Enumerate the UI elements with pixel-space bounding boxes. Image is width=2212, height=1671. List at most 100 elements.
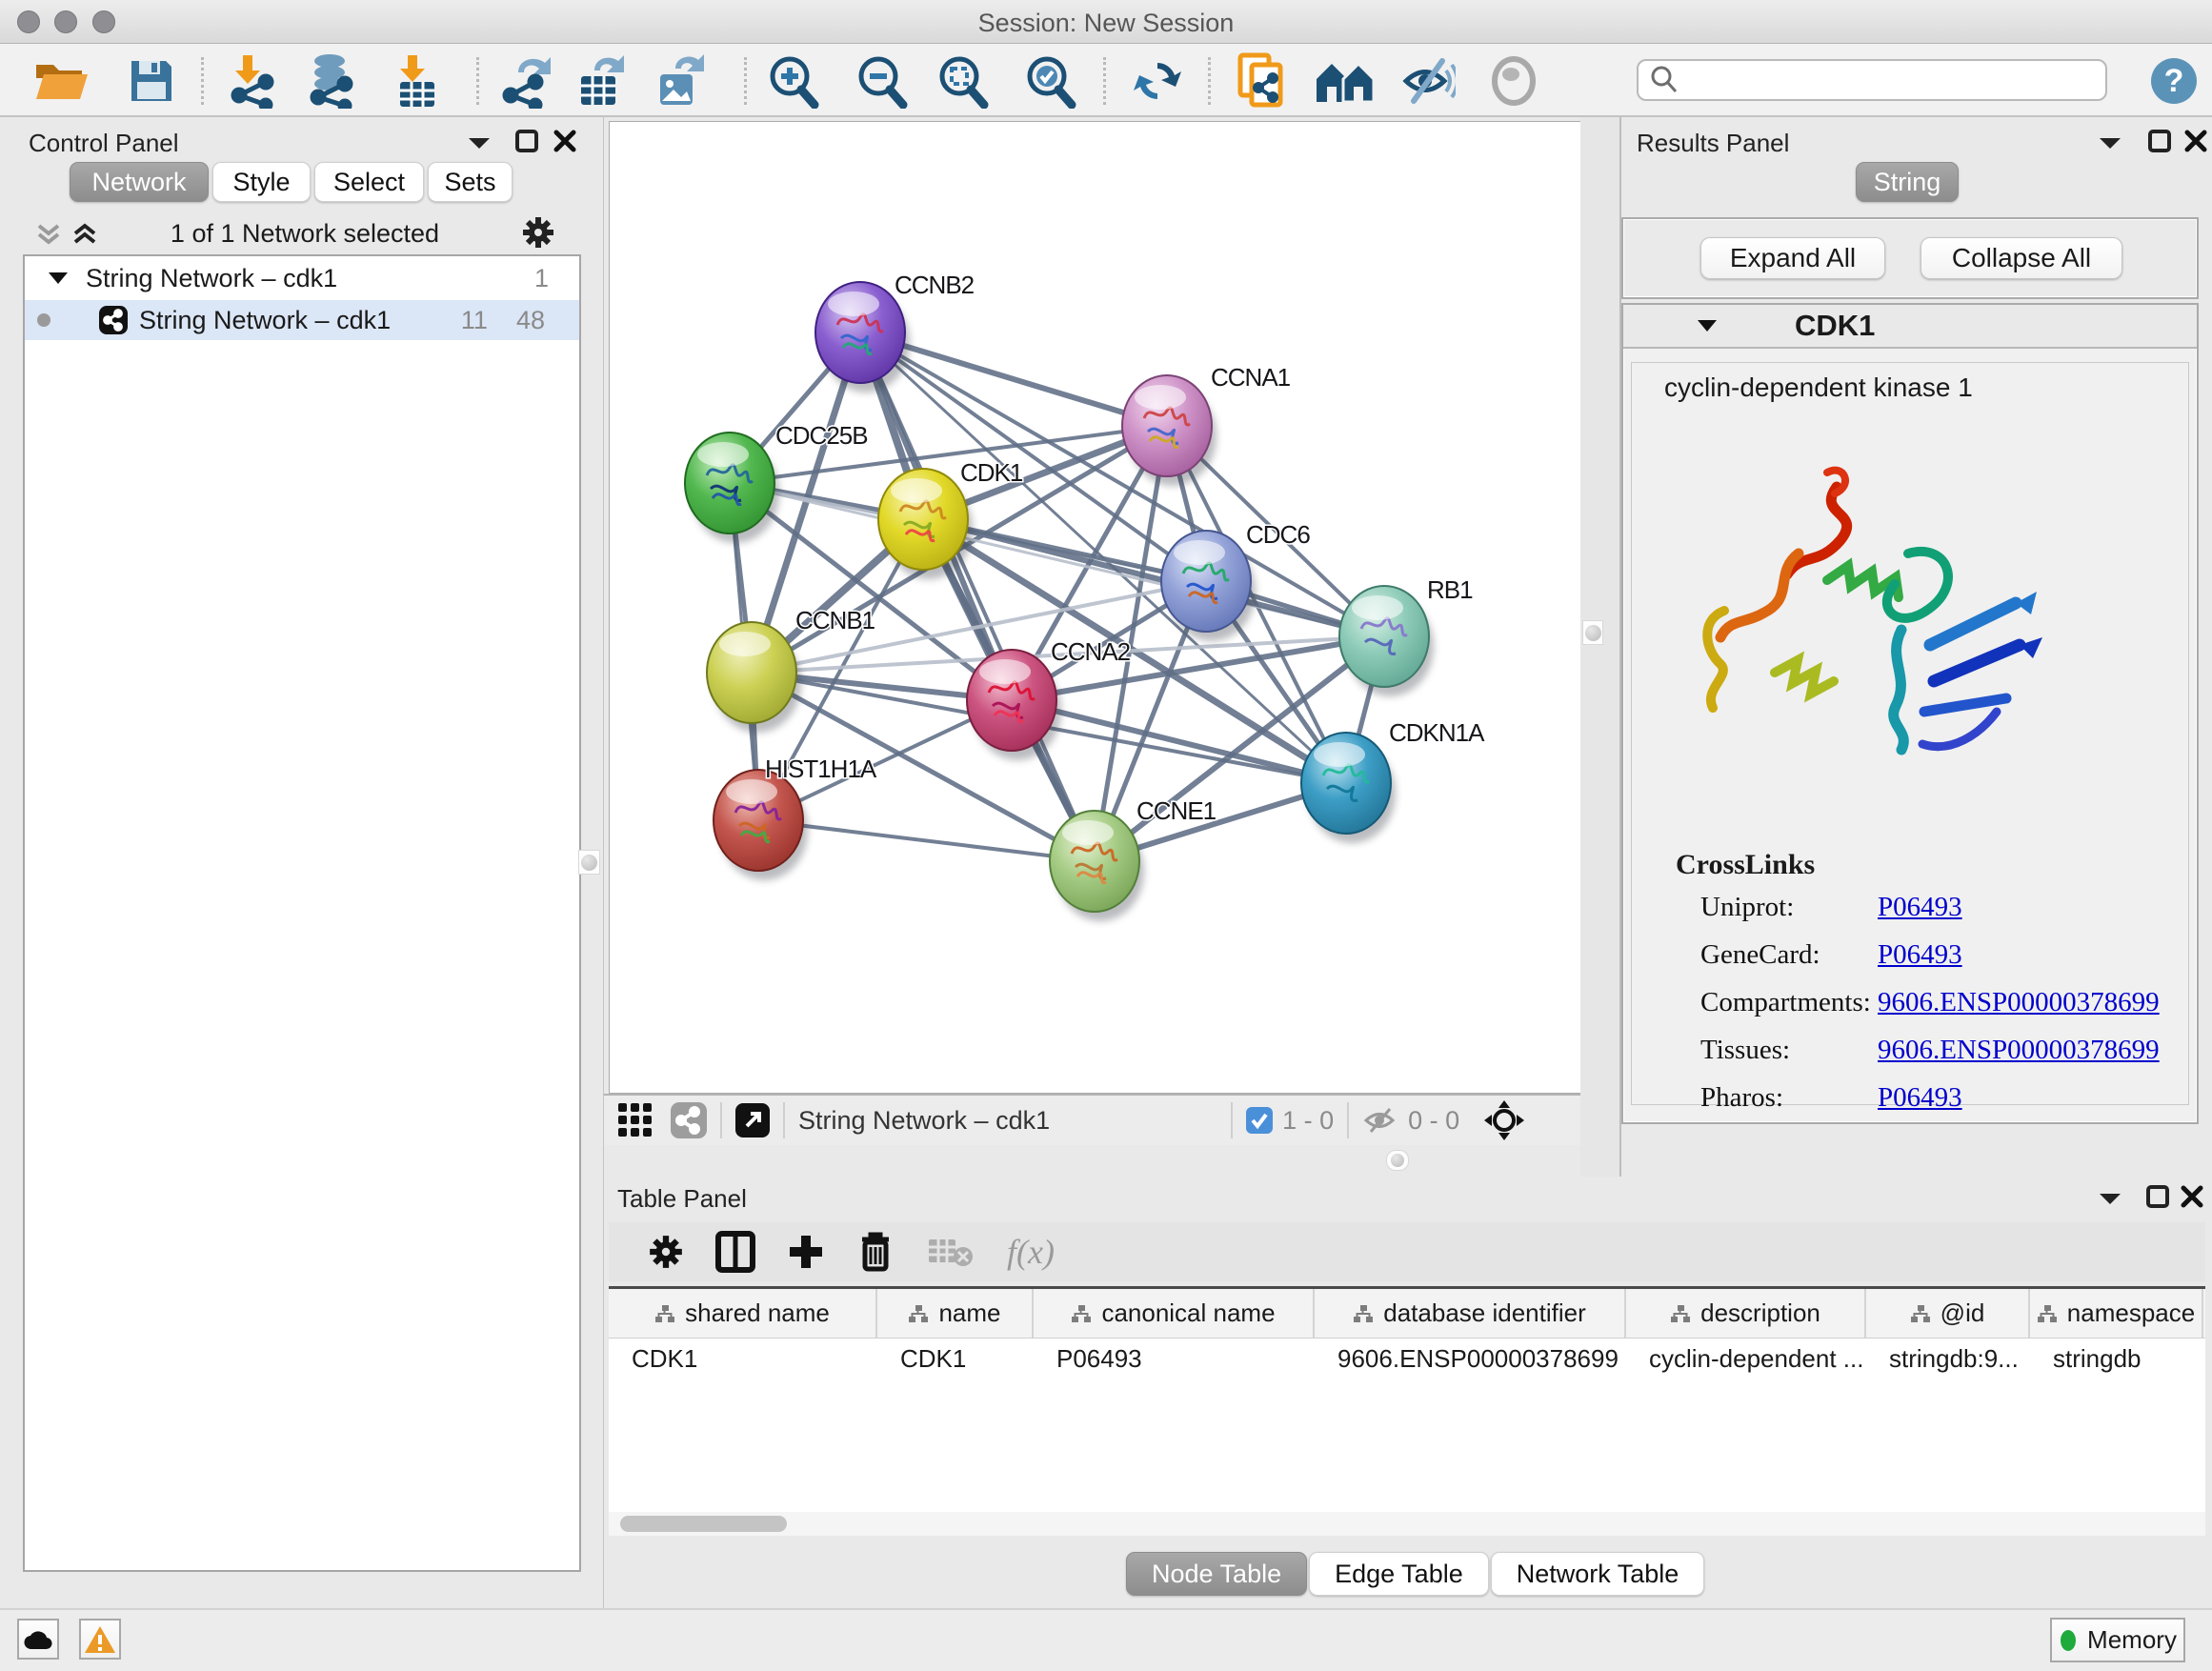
- node-CCNA1[interactable]: CCNA1: [1122, 363, 1291, 486]
- node-CDC25B[interactable]: CDC25B: [685, 421, 868, 543]
- close-panel-icon[interactable]: [2183, 129, 2208, 153]
- node-CCNB1[interactable]: CCNB1: [707, 606, 875, 733]
- table-row[interactable]: CDK1CDK1P064939606.ENSP00000378699cyclin…: [609, 1339, 2205, 1379]
- crosslink-value-link[interactable]: 9606.ENSP00000378699: [1878, 987, 2160, 1018]
- float-panel-icon[interactable]: [2145, 1184, 2170, 1209]
- vertical-splitter[interactable]: [1580, 117, 1619, 1177]
- tab-edge-table[interactable]: Edge Table: [1309, 1552, 1489, 1596]
- import-network-file-button[interactable]: [224, 53, 285, 109]
- close-panel-icon[interactable]: [2180, 1184, 2204, 1209]
- cloud-status-button[interactable]: [17, 1619, 59, 1660]
- node-CDK1[interactable]: CDK1: [878, 458, 1023, 579]
- export-image-button[interactable]: [653, 53, 708, 109]
- collapse-all-networks-icon[interactable]: [34, 220, 63, 249]
- node-RB1[interactable]: RB1: [1339, 575, 1473, 696]
- network-badge-gray-icon[interactable]: [671, 1102, 707, 1138]
- crosslink-value-link[interactable]: P06493: [1878, 939, 1962, 971]
- float-panel-icon[interactable]: [2147, 129, 2172, 153]
- export-network-button[interactable]: [497, 53, 558, 109]
- detach-view-icon[interactable]: [735, 1103, 770, 1137]
- column-header-name[interactable]: name: [877, 1289, 1034, 1338]
- tab-select[interactable]: Select: [314, 162, 424, 202]
- tab-style[interactable]: Style: [212, 162, 311, 202]
- node-CCNE1[interactable]: CCNE1: [1050, 796, 1217, 921]
- table-cell[interactable]: stringdb:9...: [1866, 1339, 2030, 1379]
- table-cell[interactable]: cyclin-dependent ...: [1626, 1339, 1866, 1379]
- collapse-triangle-icon[interactable]: [48, 271, 69, 286]
- show-columns-icon[interactable]: [715, 1231, 755, 1273]
- float-panel-icon[interactable]: [514, 129, 539, 153]
- save-session-button[interactable]: [128, 53, 175, 109]
- splitter-grip[interactable]: [1582, 620, 1603, 645]
- table-hscrollbar[interactable]: [609, 1512, 2205, 1536]
- birdseye-grid-icon[interactable]: [617, 1102, 654, 1138]
- tab-string[interactable]: String: [1856, 162, 1959, 202]
- warnings-button[interactable]: [79, 1619, 121, 1660]
- delete-table-icon[interactable]: [927, 1236, 975, 1268]
- entry-collapse-triangle-icon[interactable]: [1696, 318, 1719, 333]
- edge-CDK1-RB1[interactable]: [923, 519, 1384, 636]
- refresh-button[interactable]: [1132, 53, 1183, 109]
- hscrollbar-thumb[interactable]: [620, 1516, 787, 1532]
- open-session-button[interactable]: [32, 53, 91, 109]
- network-options-gear-icon[interactable]: [520, 214, 556, 251]
- add-column-icon[interactable]: [786, 1232, 826, 1272]
- show-all-button[interactable]: [1488, 53, 1539, 109]
- selected-checkbox-icon[interactable]: [1246, 1107, 1273, 1134]
- column-header-description[interactable]: description: [1626, 1289, 1866, 1338]
- export-table-button[interactable]: [575, 53, 631, 109]
- table-cell[interactable]: CDK1: [609, 1339, 877, 1379]
- hidden-eye-icon[interactable]: [1362, 1106, 1398, 1135]
- help-button[interactable]: ?: [2149, 53, 2199, 109]
- collapse-all-button[interactable]: Collapse All: [1920, 237, 2122, 279]
- panel-menu-icon[interactable]: [2098, 134, 2122, 151]
- network-canvas[interactable]: CCNB2CCNA1CDC25BCDK1CDC6RB1CCNB1CCNA2CDK…: [609, 121, 1580, 1094]
- table-cell[interactable]: stringdb: [2030, 1339, 2203, 1379]
- import-network-database-button[interactable]: [301, 53, 362, 109]
- column-header-shared-name[interactable]: shared name: [609, 1289, 877, 1338]
- edge-HIST1H1A-CCNE1[interactable]: [758, 820, 1095, 861]
- edge-CCNB2-CCNE1[interactable]: [860, 332, 1095, 861]
- zoom-in-button[interactable]: [765, 53, 820, 109]
- network-collection-row[interactable]: String Network – cdk1 1: [25, 256, 579, 300]
- delete-column-icon[interactable]: [856, 1230, 895, 1274]
- panel-menu-icon[interactable]: [2098, 1190, 2122, 1207]
- table-cell[interactable]: CDK1: [877, 1339, 1034, 1379]
- memory-button[interactable]: Memory: [2050, 1618, 2185, 1662]
- entry-header[interactable]: CDK1: [1623, 305, 2197, 349]
- column-header--id[interactable]: @id: [1866, 1289, 2030, 1338]
- node-CDKN1A[interactable]: CDKN1A: [1301, 718, 1485, 843]
- node-CCNB2[interactable]: CCNB2: [815, 271, 975, 393]
- table-settings-gear-icon[interactable]: [647, 1233, 685, 1271]
- zoom-out-button[interactable]: [854, 53, 909, 109]
- zoom-selected-button[interactable]: [1022, 53, 1077, 109]
- search-input[interactable]: [1680, 67, 2090, 94]
- table-cell[interactable]: P06493: [1034, 1339, 1315, 1379]
- tab-network-table[interactable]: Network Table: [1491, 1552, 1705, 1596]
- crosslink-value-link[interactable]: P06493: [1878, 1082, 1962, 1114]
- import-table-button[interactable]: [392, 53, 442, 109]
- crosslink-value-link[interactable]: P06493: [1878, 892, 1962, 923]
- fit-content-crosshair-icon[interactable]: [1484, 1100, 1524, 1140]
- tab-sets[interactable]: Sets: [428, 162, 513, 202]
- table-cell[interactable]: 9606.ENSP00000378699: [1315, 1339, 1626, 1379]
- column-header-canonical-name[interactable]: canonical name: [1034, 1289, 1315, 1338]
- network-row-selected[interactable]: String Network – cdk1 11 48: [25, 300, 579, 340]
- splitter-grip[interactable]: [1386, 1150, 1409, 1171]
- column-header-namespace[interactable]: namespace: [2030, 1289, 2203, 1338]
- splitter-grip[interactable]: [578, 850, 600, 875]
- duplicate-network-button[interactable]: [1233, 53, 1292, 109]
- first-neighbors-button[interactable]: [1313, 53, 1377, 109]
- expand-all-networks-icon[interactable]: [70, 220, 99, 249]
- expand-all-button[interactable]: Expand All: [1700, 237, 1885, 279]
- zoom-fit-button[interactable]: [935, 53, 990, 109]
- crosslink-value-link[interactable]: 9606.ENSP00000378699: [1878, 1035, 2160, 1066]
- node-HIST1H1A[interactable]: HIST1H1A: [714, 755, 877, 880]
- hide-selected-button[interactable]: [1400, 53, 1456, 109]
- column-header-database-identifier[interactable]: database identifier: [1315, 1289, 1626, 1338]
- tab-node-table[interactable]: Node Table: [1126, 1552, 1307, 1596]
- function-builder-button[interactable]: f(x): [1007, 1232, 1055, 1272]
- close-panel-icon[interactable]: [553, 129, 577, 153]
- tab-network[interactable]: Network: [70, 162, 209, 202]
- panel-menu-icon[interactable]: [467, 134, 492, 151]
